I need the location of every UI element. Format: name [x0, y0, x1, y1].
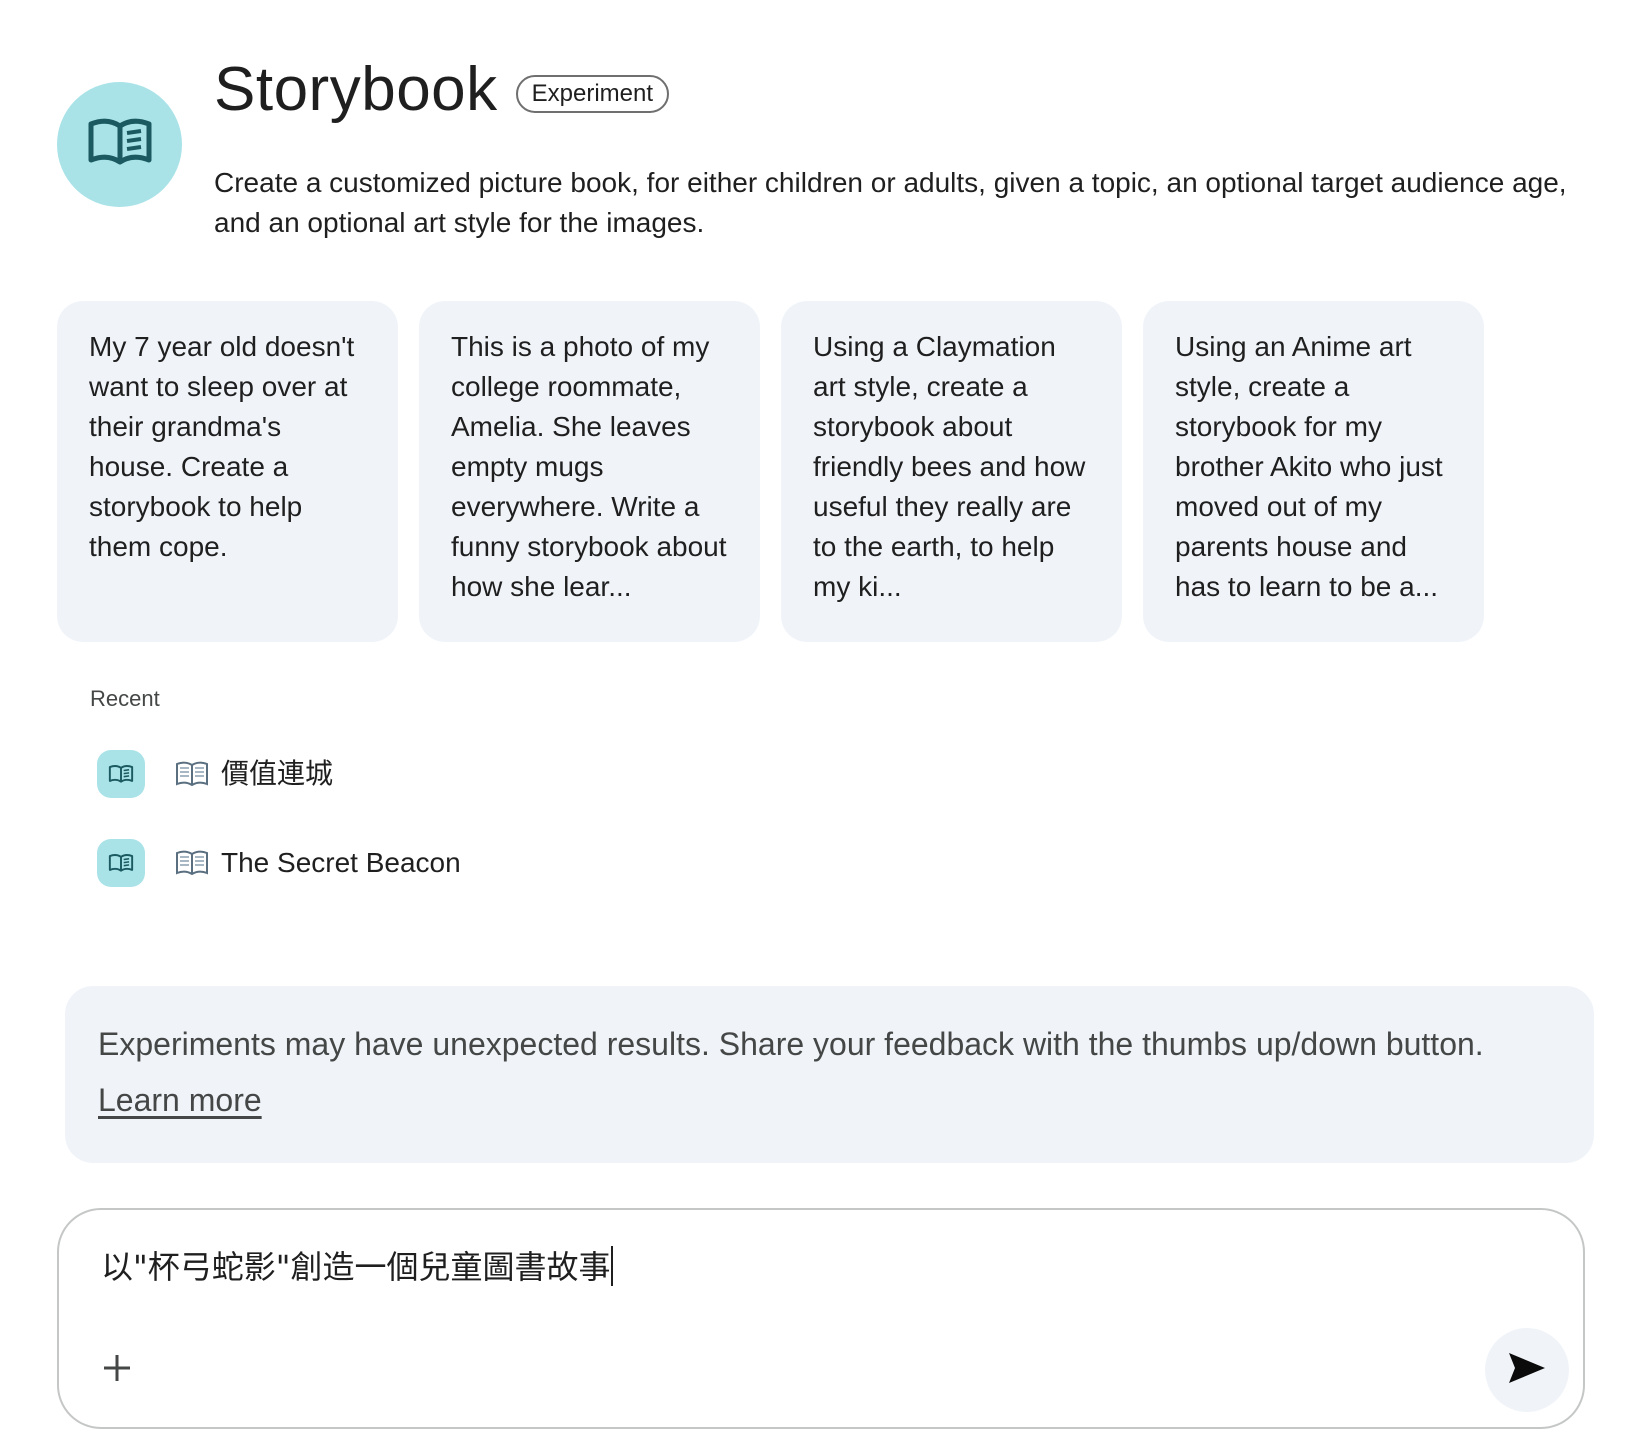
- recent-section-label: Recent: [90, 686, 160, 711]
- recent-chat-title: The Secret Beacon: [221, 847, 461, 878]
- experiment-badge: Experiment: [515, 75, 670, 113]
- storybook-avatar: [57, 82, 182, 207]
- open-book-icon: [97, 839, 145, 887]
- prompt-card[interactable]: Using a Claymation art style, create a s…: [781, 301, 1122, 642]
- prompt-card[interactable]: Using an Anime art style, create a story…: [1143, 301, 1484, 642]
- book-emoji-icon: [175, 850, 209, 876]
- open-book-icon: [87, 116, 153, 173]
- learn-more-link[interactable]: Learn more: [98, 1082, 262, 1118]
- prompt-card-text: Using a Claymation art style, create a s…: [813, 331, 1086, 602]
- title-row: Storybook Experiment: [214, 50, 670, 130]
- book-emoji-icon: [175, 761, 209, 787]
- prompt-card-text: My 7 year old doesn't want to sleep over…: [89, 331, 355, 562]
- plus-icon: [101, 1352, 133, 1389]
- recent-chat-item[interactable]: The Secret Beacon: [97, 839, 461, 887]
- send-button[interactable]: [1485, 1328, 1569, 1412]
- prompt-card[interactable]: This is a photo of my college roommate, …: [419, 301, 760, 642]
- add-attachment-button[interactable]: [91, 1344, 143, 1396]
- page-title: Storybook: [214, 55, 498, 124]
- prompt-card-text: Using an Anime art style, create a story…: [1175, 331, 1443, 602]
- prompt-card-text: This is a photo of my college roommate, …: [451, 331, 727, 602]
- experiment-disclaimer: Experiments may have unexpected results.…: [65, 986, 1594, 1163]
- recent-chat-title: 價值連城: [221, 758, 334, 789]
- recent-chat-item[interactable]: 價值連城: [97, 750, 333, 798]
- prompt-card[interactable]: My 7 year old doesn't want to sleep over…: [57, 301, 398, 642]
- prompt-suggestions: My 7 year old doesn't want to sleep over…: [57, 301, 1484, 642]
- prompt-input[interactable]: 以"杯弓蛇影"創造一個兒童圖書故事: [101, 1244, 614, 1290]
- send-arrow-icon: [1507, 1351, 1547, 1390]
- text-caret: [611, 1246, 614, 1286]
- open-book-icon: [97, 750, 145, 798]
- prompt-input-box[interactable]: 以"杯弓蛇影"創造一個兒童圖書故事: [57, 1208, 1585, 1429]
- prompt-input-value: 以"杯弓蛇影"創造一個兒童圖書故事: [101, 1248, 611, 1286]
- disclaimer-text: Experiments may have unexpected results.…: [98, 1026, 1484, 1062]
- gem-description: Create a customized picture book, for ei…: [214, 167, 1567, 238]
